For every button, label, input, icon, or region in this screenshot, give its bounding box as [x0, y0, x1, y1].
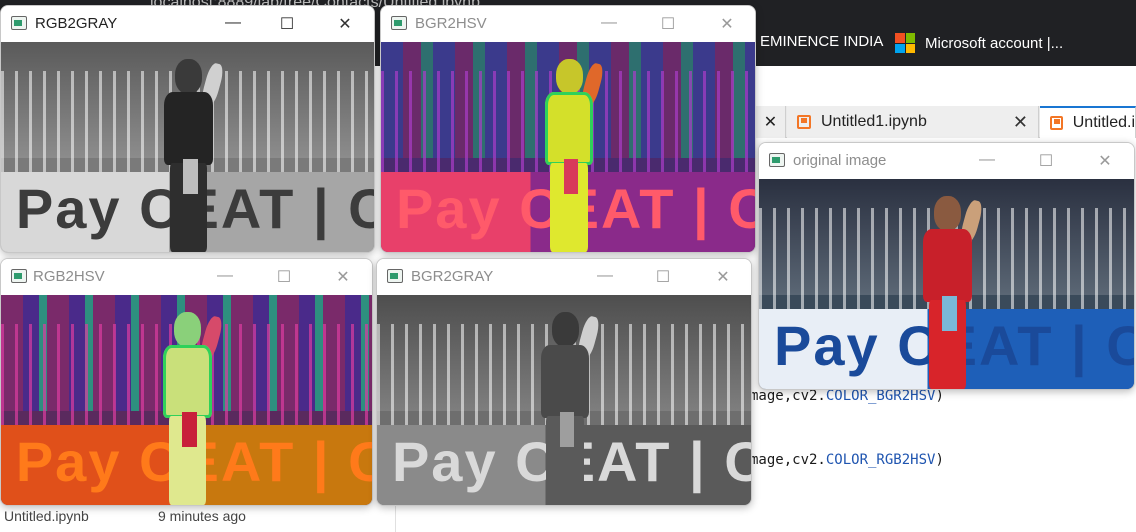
opencv-window-icon [11, 269, 27, 283]
player-figure [538, 58, 606, 252]
maximize-button[interactable]: ☐ [1036, 151, 1056, 171]
image-canvas: Pay CEAT | C [377, 295, 751, 505]
window-title: BGR2HSV [415, 15, 487, 32]
notebook-tab-bar: ✕ Untitled1.ipynb ✕ Untitled.i [756, 106, 1136, 138]
window-title: BGR2GRAY [411, 268, 494, 285]
window-bgr2gray[interactable]: BGR2GRAY — ☐ ✕ Pay CEAT | C [376, 258, 752, 506]
image-canvas: Pay CEAT | C [1, 42, 374, 252]
notebook-icon [1050, 116, 1063, 130]
code-constant: COLOR_RGB2HSV [825, 452, 936, 468]
tab-close-partial[interactable]: ✕ [756, 106, 786, 138]
close-button[interactable]: ✕ [717, 14, 737, 34]
window-bgr2hsv[interactable]: BGR2HSV — ☐ ✕ Pay CEAT | C [380, 5, 756, 253]
player-figure [157, 311, 224, 505]
window-title: RGB2GRAY [35, 15, 118, 32]
window-rgb2hsv[interactable]: RGB2HSV — ☐ ✕ Pay CEAT | C [0, 258, 373, 506]
window-titlebar[interactable]: RGB2GRAY — ☐ ✕ [1, 6, 374, 42]
minimize-button[interactable]: — [977, 151, 997, 169]
code-constant: COLOR_BGR2HSV [825, 388, 936, 404]
file-modified: 9 minutes ago [158, 508, 246, 524]
maximize-button[interactable]: ☐ [653, 267, 673, 287]
microsoft-logo-icon [895, 33, 915, 53]
window-original-image[interactable]: original image — ☐ ✕ Pay CEAT | C [758, 142, 1135, 390]
bookmark-label: Microsoft account |... [925, 34, 1064, 52]
tab-untitled1[interactable]: Untitled1.ipynb ✕ [787, 106, 1039, 138]
opencv-window-icon [769, 153, 785, 167]
tab-untitled[interactable]: Untitled.i [1040, 106, 1136, 138]
window-rgb2gray[interactable]: RGB2GRAY — ☐ ✕ Pay CEAT | C [0, 5, 375, 253]
image-canvas: Pay CEAT | C [381, 42, 755, 252]
close-button[interactable]: ✕ [333, 267, 353, 287]
image-canvas: Pay CEAT | C [1, 295, 372, 505]
opencv-window-icon [387, 269, 403, 283]
code-line[interactable]: mage,cv2.COLOR_RGB2HSV) [750, 452, 944, 468]
bookmark-eminence-india[interactable]: EMINENCE INDIA [760, 33, 883, 50]
bookmark-microsoft-account[interactable]: Microsoft account |... [895, 33, 1063, 53]
notebook-icon [797, 115, 811, 129]
tab-label: Untitled.i [1072, 114, 1135, 131]
opencv-window-icon [11, 16, 27, 30]
tab-label: Untitled1.ipynb [821, 113, 927, 130]
bookmark-label: EMINENCE INDIA [760, 33, 884, 50]
window-titlebar[interactable]: RGB2HSV — ☐ ✕ [1, 259, 372, 295]
image-canvas: Pay CEAT | C [759, 179, 1134, 389]
file-list-item[interactable]: Untitled.ipynb 9 minutes ago [0, 506, 290, 532]
close-icon[interactable]: ✕ [1013, 112, 1028, 133]
code-suffix: ) [935, 452, 944, 468]
minimize-button[interactable]: — [599, 14, 619, 32]
minimize-button[interactable]: — [595, 267, 615, 285]
file-name: Untitled.ipynb [4, 508, 89, 524]
maximize-button[interactable]: ☐ [274, 267, 294, 287]
close-button[interactable]: ✕ [335, 14, 355, 34]
window-titlebar[interactable]: BGR2HSV — ☐ ✕ [381, 6, 755, 42]
player-figure [917, 195, 985, 389]
close-icon[interactable]: ✕ [764, 112, 777, 132]
window-titlebar[interactable]: original image — ☐ ✕ [759, 143, 1134, 179]
maximize-button[interactable]: ☐ [658, 14, 678, 34]
window-title: RGB2HSV [33, 268, 105, 285]
code-suffix: ) [935, 388, 944, 404]
minimize-button[interactable]: — [223, 14, 243, 32]
close-button[interactable]: ✕ [1095, 151, 1115, 171]
maximize-button[interactable]: ☐ [277, 14, 297, 34]
code-prefix: mage,cv2. [750, 452, 826, 468]
minimize-button[interactable]: — [215, 267, 235, 285]
window-title: original image [793, 152, 887, 169]
code-prefix: mage,cv2. [750, 388, 826, 404]
player-figure [158, 58, 225, 252]
close-button[interactable]: ✕ [713, 267, 733, 287]
code-line[interactable]: mage,cv2.COLOR_BGR2HSV) [750, 388, 944, 404]
opencv-window-icon [391, 16, 407, 30]
window-titlebar[interactable]: BGR2GRAY — ☐ ✕ [377, 259, 751, 295]
player-figure [534, 311, 602, 505]
